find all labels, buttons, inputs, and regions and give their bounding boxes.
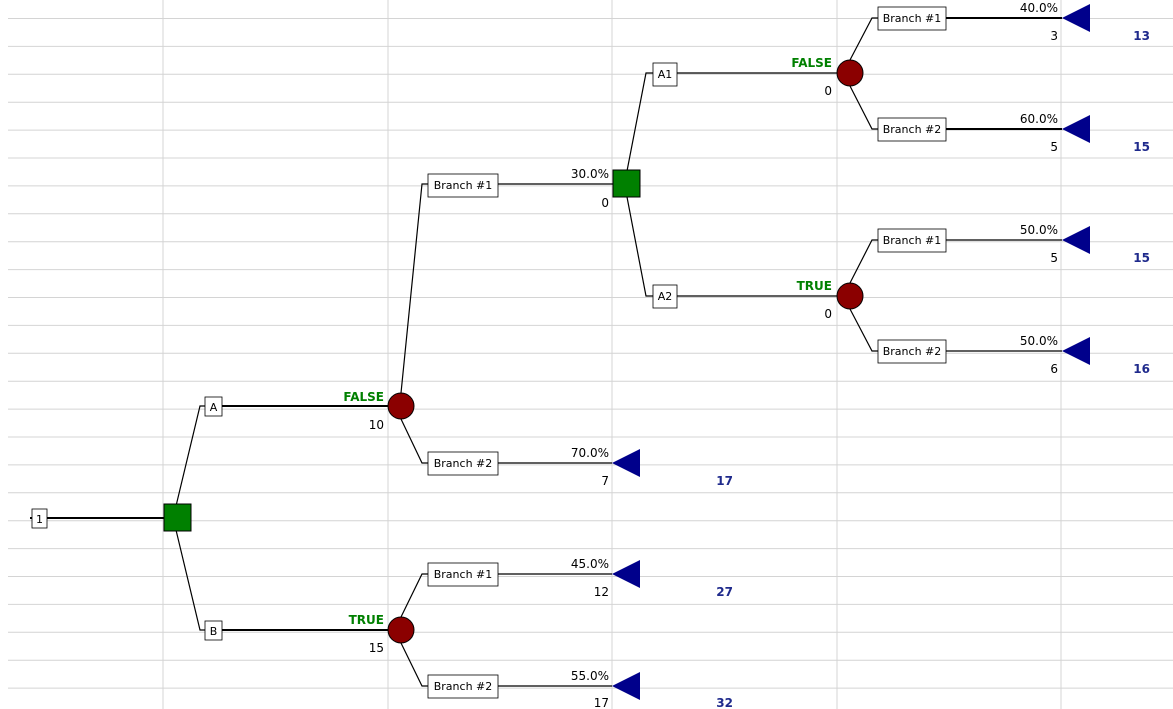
connector-B-branch1 <box>400 573 428 618</box>
branch-label-A-branch2: Branch #2 <box>434 457 493 470</box>
value-A2-branch2: 6 <box>1050 362 1058 376</box>
root-label: 1 <box>36 513 43 526</box>
probability-A-branch2: 70.0% <box>571 446 609 460</box>
probability-A1-branch1: 40.0% <box>1020 1 1058 15</box>
branch-label-A: A <box>210 401 218 414</box>
payoff-B-branch2: 32 <box>716 696 733 709</box>
branch-box-A-branch1[interactable]: Branch #1 <box>427 173 499 198</box>
probability-A2-branch2: 50.0% <box>1020 334 1058 348</box>
payoff-A-branch2: 17 <box>716 474 733 488</box>
value-B-branch2: 17 <box>594 696 609 709</box>
value-A1-branch2: 5 <box>1050 140 1058 154</box>
probability-B-branch1: 45.0% <box>571 557 609 571</box>
end-node-A2-branch2[interactable] <box>1062 337 1090 365</box>
payoff-B-branch1: 27 <box>716 585 733 599</box>
branch-box-A1-branch1[interactable]: Branch #1 <box>877 6 947 31</box>
connector-A1-branch1 <box>849 17 878 61</box>
branch-box-A-branch2[interactable]: Branch #2 <box>427 451 499 476</box>
branch-box-A1[interactable]: A1 <box>652 62 678 87</box>
decision-node-A1-A2[interactable] <box>612 169 641 198</box>
end-node-B-branch2[interactable] <box>612 672 640 700</box>
connector-A2-branch1 <box>849 239 878 284</box>
connector-A-branch1 <box>400 183 428 394</box>
branch-label-B-branch1: Branch #1 <box>434 568 493 581</box>
branch-box-A[interactable]: A <box>204 396 223 417</box>
branch-box-A2[interactable]: A2 <box>652 284 678 309</box>
chance-node-A1[interactable] <box>836 59 864 87</box>
status-chance-B: TRUE <box>349 613 384 627</box>
probability-A2-branch1: 50.0% <box>1020 223 1058 237</box>
probability-A-branch1: 30.0% <box>571 167 609 181</box>
spreadsheet-grid <box>8 0 1173 709</box>
branch-box-B[interactable]: B <box>204 620 223 641</box>
end-node-A2-branch1[interactable] <box>1062 226 1090 254</box>
branch-label-A1-branch1: Branch #1 <box>883 12 942 25</box>
connector-A2 <box>626 196 653 297</box>
status-chance-A2: TRUE <box>797 279 832 293</box>
branch-box-A2-branch1[interactable]: Branch #1 <box>877 228 947 253</box>
connector-A <box>175 405 205 507</box>
connector-A1 <box>626 72 653 172</box>
branch-label-A-branch1: Branch #1 <box>434 179 493 192</box>
connector-A2-branch2 <box>849 308 878 352</box>
value-chance-B: 15 <box>369 641 384 655</box>
end-node-A1-branch2[interactable] <box>1062 115 1090 143</box>
branch-label-A1: A1 <box>658 68 673 81</box>
value-B-branch1: 12 <box>594 585 609 599</box>
value-A1-branch1: 3 <box>1050 29 1058 43</box>
branch-label-B-branch2: Branch #2 <box>434 680 493 693</box>
connector-A-branch2 <box>400 418 428 464</box>
branch-box-B-branch1[interactable]: Branch #1 <box>427 562 499 587</box>
chance-node-B[interactable] <box>387 616 415 644</box>
value-chance-A2: 0 <box>824 307 832 321</box>
connector-A1-branch2 <box>849 85 878 130</box>
payoff-A2-branch2: 16 <box>1133 362 1150 376</box>
value-A-branch2: 7 <box>601 474 609 488</box>
payoff-A1-branch1: 13 <box>1133 29 1150 43</box>
payoff-A2-branch1: 15 <box>1133 251 1150 265</box>
branch-label-A2-branch2: Branch #2 <box>883 345 942 358</box>
value-A-branch1: 0 <box>601 196 609 210</box>
status-chance-A1: FALSE <box>791 56 832 70</box>
root-box[interactable]: 1 <box>31 508 48 529</box>
value-A2-branch1: 5 <box>1050 251 1058 265</box>
branch-label-A2-branch1: Branch #1 <box>883 234 942 247</box>
value-chance-A1: 0 <box>824 84 832 98</box>
decision-tree-sheet: 1 A B Branch #1 Branch #2 Branch #1 Bran… <box>8 0 1173 709</box>
status-chance-A: FALSE <box>343 390 384 404</box>
branch-label-A1-branch2: Branch #2 <box>883 123 942 136</box>
branch-box-A1-branch2[interactable]: Branch #2 <box>877 117 947 142</box>
end-node-B-branch1[interactable] <box>612 560 640 588</box>
probability-B-branch2: 55.0% <box>571 669 609 683</box>
end-node-A1-branch1[interactable] <box>1062 4 1090 32</box>
branch-label-A2: A2 <box>658 290 673 303</box>
chance-node-A2[interactable] <box>836 282 864 310</box>
value-chance-A: 10 <box>369 418 384 432</box>
chance-node-A[interactable] <box>387 392 415 420</box>
connector-B-branch2 <box>400 642 428 687</box>
branch-box-A2-branch2[interactable]: Branch #2 <box>877 339 947 364</box>
branch-label-B: B <box>210 625 218 638</box>
connector-B <box>175 529 205 631</box>
payoff-A1-branch2: 15 <box>1133 140 1150 154</box>
end-node-A-branch2[interactable] <box>612 449 640 477</box>
decision-node-root[interactable] <box>163 503 192 532</box>
probability-A1-branch2: 60.0% <box>1020 112 1058 126</box>
branch-box-B-branch2[interactable]: Branch #2 <box>427 674 499 699</box>
